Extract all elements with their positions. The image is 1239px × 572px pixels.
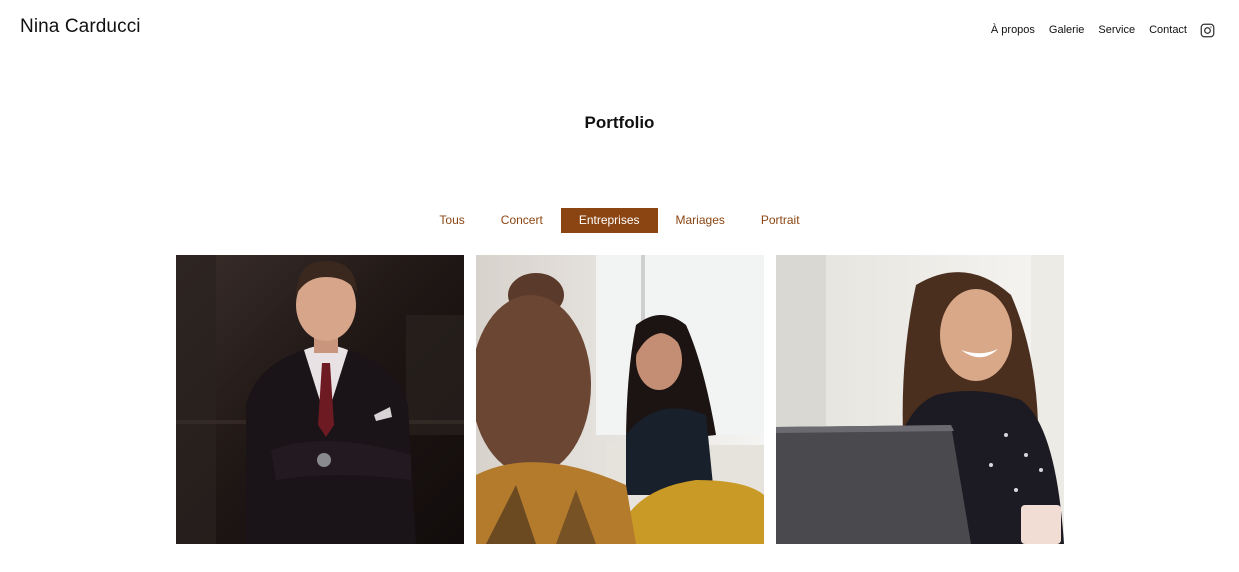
site-brand[interactable]: Nina Carducci — [20, 16, 141, 38]
portfolio-title: Portfolio — [584, 113, 655, 132]
gallery-grid — [176, 255, 1064, 544]
gallery-filters: Tous Concert Entreprises Mariages Portra… — [0, 208, 1239, 233]
businessman-photo-image — [176, 255, 464, 544]
filter-entreprises[interactable]: Entreprises — [560, 208, 658, 233]
filter-portrait[interactable]: Portrait — [743, 208, 818, 233]
gallery-photo-office-meeting[interactable] — [476, 255, 764, 544]
laughing-woman-photo-image — [776, 255, 1064, 544]
nav-link-galerie[interactable]: Galerie — [1049, 21, 1084, 39]
nav-link-service[interactable]: Service — [1098, 21, 1135, 39]
filter-mariages[interactable]: Mariages — [658, 208, 743, 233]
nav-link-contact[interactable]: Contact — [1149, 21, 1187, 39]
nav-link-a-propos[interactable]: À propos — [991, 21, 1035, 39]
gallery-photo-businessman[interactable] — [176, 255, 464, 544]
gallery-photo-laughing-woman[interactable] — [776, 255, 1064, 544]
filter-tous[interactable]: Tous — [421, 208, 482, 233]
instagram-icon[interactable] — [1199, 22, 1215, 38]
office-meeting-photo-image — [476, 255, 764, 544]
main-nav: À propos Galerie Service Contact — [977, 21, 1215, 39]
filter-concert[interactable]: Concert — [483, 208, 561, 233]
